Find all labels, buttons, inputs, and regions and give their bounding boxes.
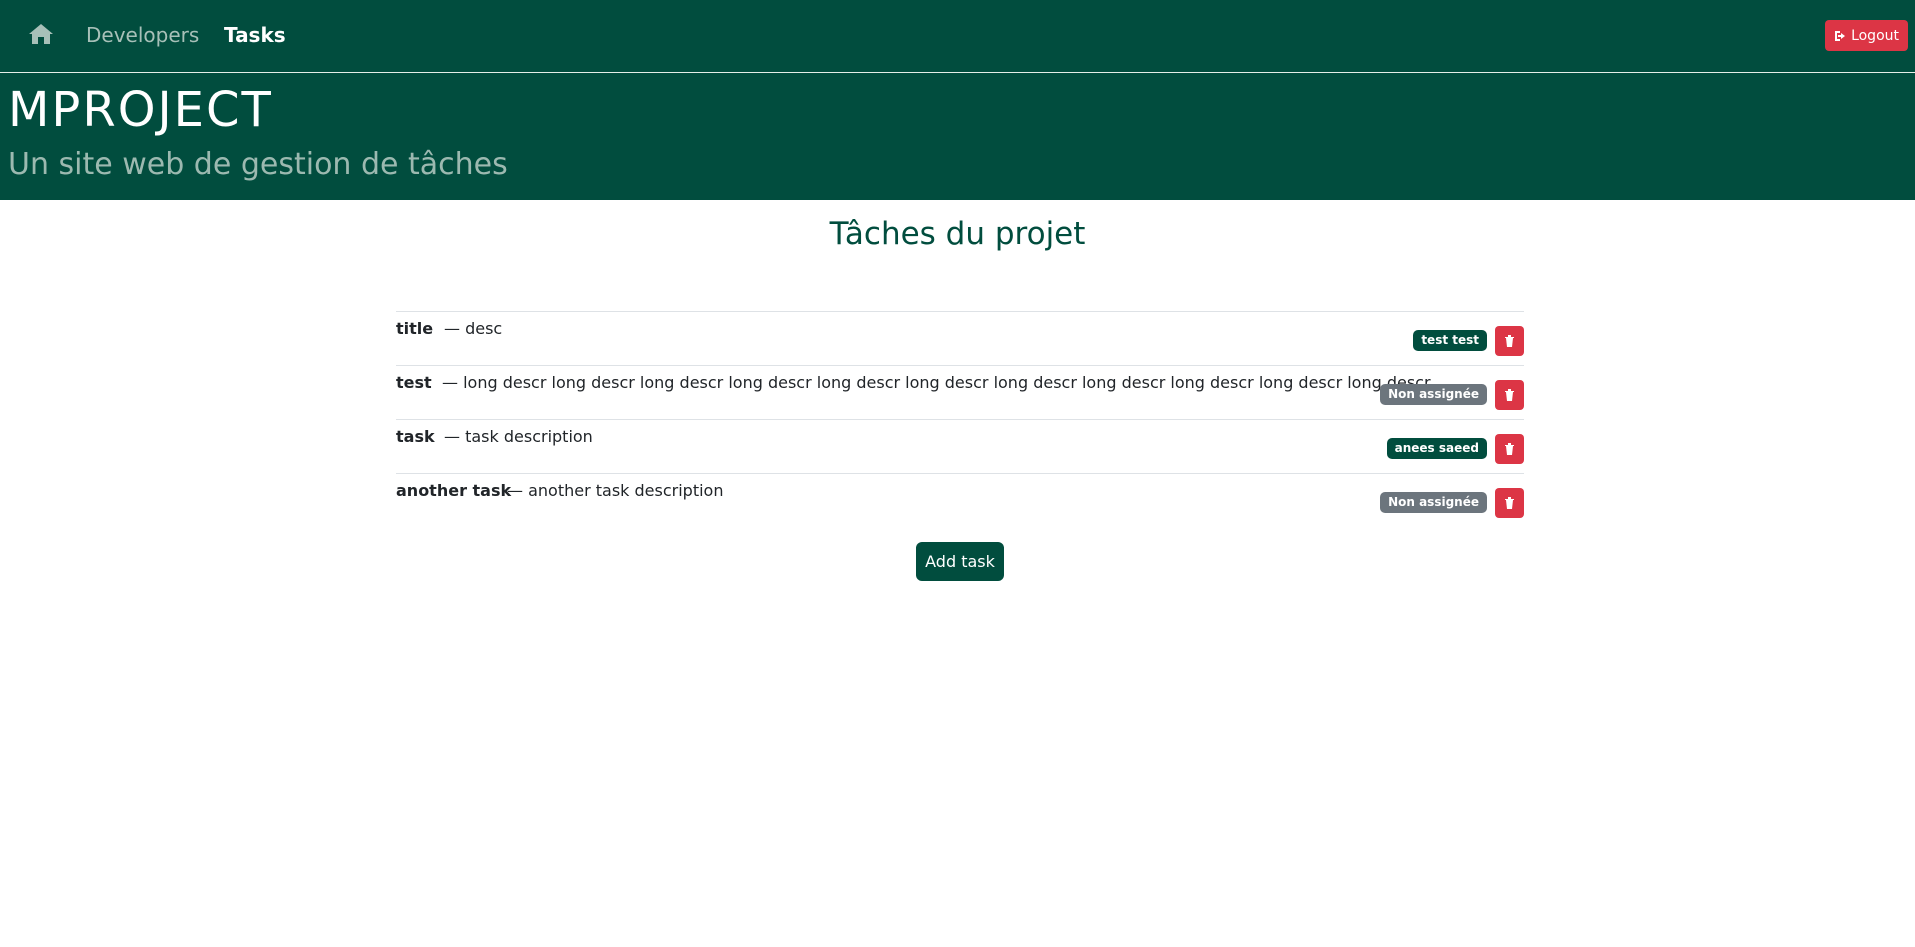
task-row: another task — another task description …: [396, 473, 1524, 527]
assignee-badge: test test: [1413, 330, 1487, 351]
logout-button[interactable]: Logout: [1825, 20, 1908, 51]
task-title: task: [396, 427, 435, 446]
nav-tasks[interactable]: Tasks: [224, 22, 286, 48]
task-description: — another task description: [507, 481, 724, 500]
task-title: title: [396, 319, 434, 338]
task-row: title — desc test test: [396, 311, 1524, 365]
task-list: title — desc test test test — long descr…: [396, 311, 1524, 527]
trash-icon: [1505, 497, 1514, 509]
delete-task-button[interactable]: [1495, 380, 1524, 410]
task-title: another task: [396, 481, 512, 500]
site-subtitle: Un site web de gestion de tâches: [8, 147, 508, 182]
task-row: test — long descr long descr long descr …: [396, 365, 1524, 419]
delete-task-button[interactable]: [1495, 488, 1524, 518]
assignee-badge: Non assignée: [1380, 384, 1487, 405]
task-description: — desc: [444, 319, 503, 338]
page-title: Tâches du projet: [829, 216, 1086, 252]
task-title: test: [396, 373, 432, 392]
delete-task-button[interactable]: [1495, 326, 1524, 356]
trash-icon: [1505, 389, 1514, 401]
logout-label: Logout: [1851, 27, 1899, 44]
hero-banner: MPROJECT Un site web de gestion de tâche…: [0, 73, 1915, 200]
add-task-button[interactable]: Add task: [916, 542, 1004, 581]
trash-icon: [1505, 443, 1514, 455]
site-title: MPROJECT: [8, 82, 273, 138]
assignee-badge: anees saeed: [1386, 438, 1487, 459]
task-description: — task description: [444, 427, 593, 446]
logout-icon: [1835, 30, 1846, 41]
task-description: — long descr long descr long descr long …: [442, 373, 1431, 392]
delete-task-button[interactable]: [1495, 434, 1524, 464]
trash-icon: [1505, 335, 1514, 347]
task-row: task — task description anees saeed: [396, 419, 1524, 473]
navbar: Developers Tasks Logout: [0, 0, 1915, 73]
assignee-badge: Non assignée: [1380, 492, 1487, 513]
home-icon[interactable]: [28, 22, 54, 46]
nav-developers[interactable]: Developers: [86, 22, 199, 48]
